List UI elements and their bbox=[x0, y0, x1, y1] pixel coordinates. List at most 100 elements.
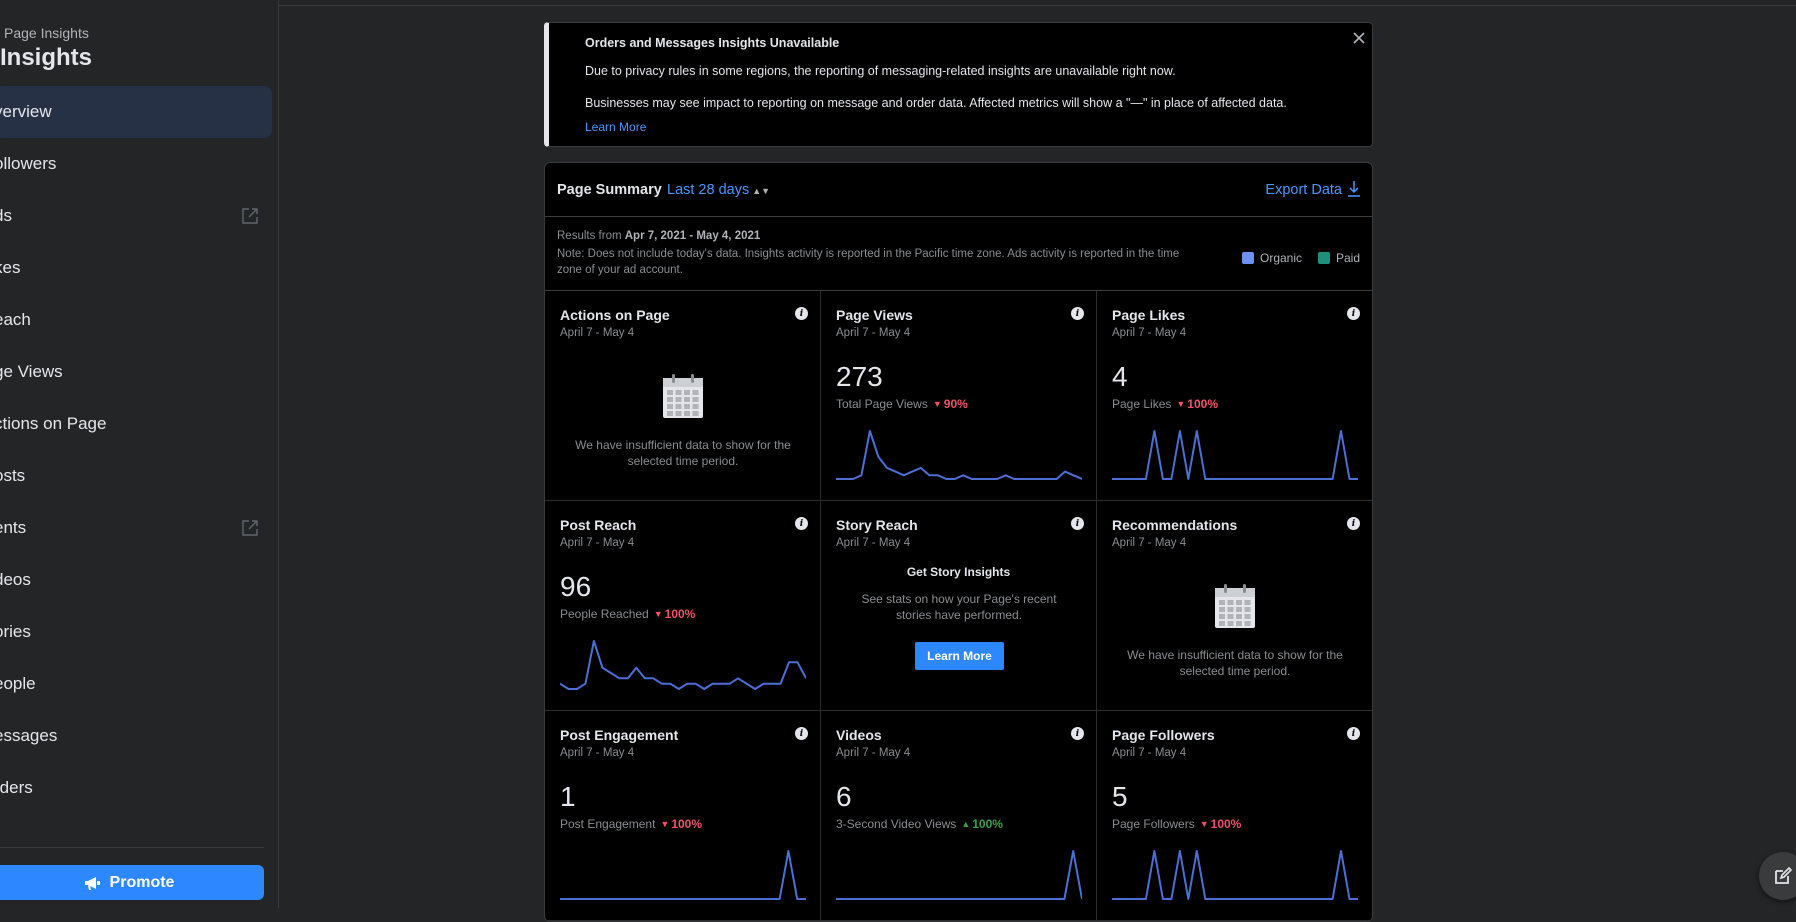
sidebar-item-2[interactable]: ds bbox=[0, 190, 272, 242]
metric-sublabel-row: People Reached ▼ 100% bbox=[560, 607, 695, 621]
promote-button[interactable]: Promote bbox=[0, 865, 264, 900]
sparkline-line bbox=[560, 850, 806, 900]
down-arrow-icon: ▼ bbox=[1176, 399, 1186, 409]
download-icon[interactable] bbox=[1347, 180, 1361, 198]
results-range-text: Results from Apr 7, 2021 - May 4, 2021 bbox=[557, 230, 760, 242]
card-title: Story Reach bbox=[836, 517, 918, 533]
summary-info: Results from Apr 7, 2021 - May 4, 2021 N… bbox=[545, 217, 1372, 291]
metric-change-value: 100% bbox=[664, 607, 696, 621]
info-icon[interactable]: i bbox=[1071, 307, 1084, 320]
card-videos[interactable]: Videos April 7 - May 4 i 6 3-Second Video Vi… bbox=[821, 711, 1097, 921]
date-range-label: Last 28 days bbox=[667, 182, 750, 198]
metric-sublabel: Post Engagement bbox=[560, 817, 656, 831]
sidebar-breadcrumb[interactable]: Page Insights bbox=[4, 25, 89, 41]
metric-sublabel-row: Total Page Views ▼ 90% bbox=[836, 397, 968, 411]
calendar-icon bbox=[1215, 584, 1255, 628]
results-prefix: Results from bbox=[557, 230, 622, 242]
info-icon[interactable]: i bbox=[795, 727, 808, 740]
sparkline-chart bbox=[560, 640, 806, 690]
sidebar-item-13[interactable]: rders bbox=[0, 762, 272, 814]
close-icon[interactable] bbox=[1352, 31, 1366, 45]
metric-sublabel-row: Page Followers ▼ 100% bbox=[1112, 817, 1241, 831]
card-post-reach[interactable]: Post Reach April 7 - May 4 i 96 People Reach… bbox=[545, 501, 821, 711]
legend-organic-label: Organic bbox=[1260, 251, 1303, 265]
sidebar-title: Insights bbox=[0, 44, 93, 71]
megaphone-icon bbox=[84, 876, 100, 890]
info-icon[interactable]: i bbox=[1071, 517, 1084, 530]
results-dates: Apr 7, 2021 - May 4, 2021 bbox=[624, 230, 761, 242]
card-page-views[interactable]: Page Views April 7 - May 4 i 273 Total Page … bbox=[821, 291, 1097, 501]
sparkline-chart bbox=[836, 850, 1082, 900]
card-page-likes[interactable]: Page Likes April 7 - May 4 i 4 Page Likes ▼ 10… bbox=[1097, 291, 1372, 501]
sidebar-item-label: ories bbox=[0, 622, 31, 641]
metric-sublabel: 3-Second Video Views bbox=[836, 817, 957, 831]
sidebar-item-1[interactable]: ollowers bbox=[0, 138, 272, 190]
sidebar-item-label: ge Views bbox=[0, 362, 63, 381]
metric-value: 6 bbox=[836, 781, 852, 812]
card-date: April 7 - May 4 bbox=[560, 747, 635, 759]
sidebar-item-12[interactable]: essages bbox=[0, 710, 272, 762]
card-title: Page Followers bbox=[1112, 727, 1215, 743]
card-post-engagement[interactable]: Post Engagement April 7 - May 4 i 1 Post Eng… bbox=[545, 711, 821, 921]
card-page-followers[interactable]: Page Followers April 7 - May 4 i 5 Page Foll… bbox=[1097, 711, 1372, 921]
metric-value: 1 bbox=[560, 781, 576, 812]
sidebar-item-0[interactable]: verview bbox=[0, 86, 272, 138]
sidebar-item-label: essages bbox=[0, 726, 58, 745]
page-summary-panel: Page Summary Last 28 days ▲▼ Export Data … bbox=[544, 162, 1373, 922]
metric-change-value: 100% bbox=[671, 817, 703, 831]
sparkline-chart bbox=[1112, 430, 1358, 480]
sidebar-item-7[interactable]: osts bbox=[0, 450, 272, 502]
sparkline-line bbox=[1112, 430, 1358, 480]
metric-change-value: 100% bbox=[972, 817, 1003, 831]
info-icon[interactable]: i bbox=[1347, 307, 1360, 320]
card-title: Post Reach bbox=[560, 517, 637, 533]
card-recommendations[interactable]: Recommendations April 7 - May 4 i We have i… bbox=[1097, 501, 1372, 711]
sidebar-item-10[interactable]: ories bbox=[0, 606, 272, 658]
sparkline-chart bbox=[560, 850, 806, 900]
card-title: Actions on Page bbox=[560, 307, 670, 323]
card-date: April 7 - May 4 bbox=[1112, 537, 1187, 549]
banner-title: Orders and Messages Insights Unavailable bbox=[585, 36, 840, 50]
down-arrow-icon: ▼ bbox=[660, 819, 670, 829]
compose-button[interactable] bbox=[1759, 852, 1796, 900]
metric-change: ▼ 100% bbox=[660, 817, 702, 831]
card-actions-on-page[interactable]: Actions on Page April 7 - May 4 i We have i… bbox=[545, 291, 821, 501]
insufficient-data-text: We have insufficient data to show for th… bbox=[575, 438, 791, 468]
sidebar-item-8[interactable]: ents bbox=[0, 502, 272, 554]
sidebar-item-11[interactable]: eople bbox=[0, 658, 272, 710]
legend-organic: Organic bbox=[1242, 251, 1302, 265]
sidebar-item-3[interactable]: kes bbox=[0, 242, 272, 294]
sidebar-item-label: ents bbox=[0, 518, 27, 537]
sidebar-item-label: rders bbox=[0, 778, 33, 797]
privacy-notice-banner: Orders and Messages Insights Unavailable… bbox=[544, 22, 1373, 147]
sidebar-item-label: osts bbox=[0, 466, 26, 485]
sidebar-item-9[interactable]: deos bbox=[0, 554, 272, 606]
sidebar-item-5[interactable]: ge Views bbox=[0, 346, 272, 398]
date-range-dropdown[interactable]: Last 28 days ▲▼ bbox=[667, 182, 770, 198]
sidebar-item-4[interactable]: each bbox=[0, 294, 272, 346]
learn-more-button[interactable]: Learn More bbox=[915, 642, 1004, 670]
sidebar-item-label: verview bbox=[0, 102, 52, 121]
metric-change: ▼ 100% bbox=[1200, 817, 1242, 831]
info-icon[interactable]: i bbox=[795, 517, 808, 530]
info-icon[interactable]: i bbox=[795, 307, 808, 320]
sidebar-divider bbox=[0, 847, 264, 848]
info-icon[interactable]: i bbox=[1071, 727, 1084, 740]
info-icon[interactable]: i bbox=[1347, 727, 1360, 740]
sidebar-item-6[interactable]: ctions on Page bbox=[0, 398, 272, 450]
down-arrow-icon: ▼ bbox=[932, 399, 942, 409]
metric-sublabel-row: Page Likes ▼ 100% bbox=[1112, 397, 1218, 411]
top-border bbox=[279, 0, 1796, 6]
sparkline-line bbox=[560, 640, 806, 690]
info-icon[interactable]: i bbox=[1347, 517, 1360, 530]
metric-sublabel: People Reached bbox=[560, 607, 649, 621]
insufficient-data-text: We have insufficient data to show for th… bbox=[1127, 648, 1343, 678]
metric-value: 96 bbox=[560, 571, 592, 602]
banner-learn-more-link[interactable]: Learn More bbox=[585, 120, 646, 134]
card-title: Videos bbox=[836, 727, 882, 743]
card-title: Post Engagement bbox=[560, 727, 679, 743]
sidebar-item-label: kes bbox=[0, 258, 21, 277]
metric-value: 5 bbox=[1112, 781, 1128, 812]
export-data-link[interactable]: Export Data bbox=[1265, 182, 1342, 198]
card-story-reach[interactable]: Story Reach April 7 - May 4 i Get Story Ins… bbox=[821, 501, 1097, 711]
